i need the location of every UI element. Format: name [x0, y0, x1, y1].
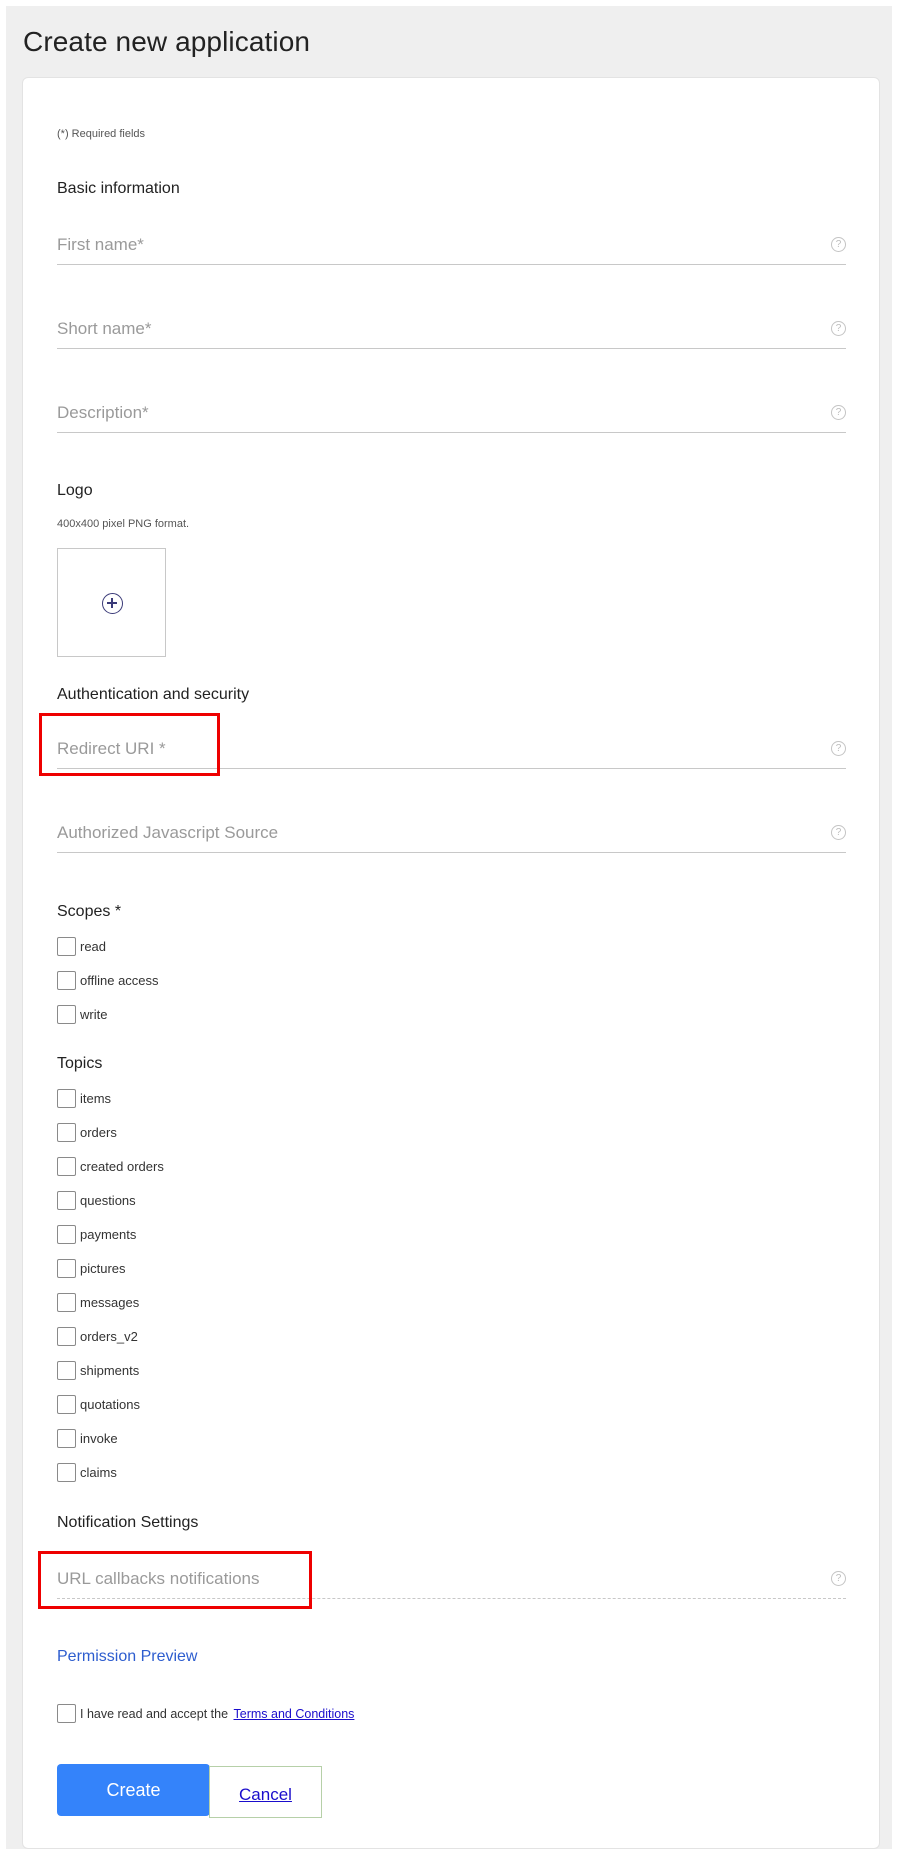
description-field: ?	[57, 395, 846, 433]
checkbox[interactable]	[57, 1157, 76, 1176]
create-button[interactable]: Create	[57, 1764, 210, 1816]
checkbox[interactable]	[57, 1259, 76, 1278]
checkbox-label: claims	[80, 1465, 117, 1480]
checkbox-label: offline access	[80, 973, 159, 988]
checkbox[interactable]	[57, 937, 76, 956]
authorized-javascript-source-field: ?	[57, 815, 846, 853]
checkbox-label: shipments	[80, 1363, 140, 1378]
checkbox-label: pictures	[80, 1261, 126, 1276]
checkbox-label: write	[80, 1007, 108, 1022]
checkbox[interactable]	[57, 1293, 76, 1312]
description-input[interactable]	[57, 395, 817, 431]
checkbox[interactable]	[57, 1089, 76, 1108]
short-name-field: ?	[57, 311, 846, 349]
short-name-input[interactable]	[57, 311, 817, 347]
logo-format-hint: 400x400 pixel PNG format.	[57, 518, 190, 530]
checkbox-label: orders	[80, 1125, 117, 1140]
page-title: Create new application	[23, 26, 311, 57]
checkbox[interactable]	[57, 1123, 76, 1142]
section-title-notification-settings: Notification Settings	[57, 1514, 199, 1531]
checkbox[interactable]	[57, 1005, 76, 1024]
section-title-authentication-and-security: Authentication and security	[57, 686, 250, 703]
terms-text: I have read and accept the Terms and Con…	[80, 1707, 354, 1721]
checkbox-label: items	[80, 1091, 112, 1106]
section-title-scopes: Scopes *	[57, 903, 122, 920]
section-title-logo: Logo	[57, 482, 93, 499]
cancel-button[interactable]: Cancel	[209, 1766, 322, 1818]
terms-and-conditions-link[interactable]: Terms and Conditions	[234, 1707, 355, 1721]
logo-upload-box[interactable]	[57, 548, 166, 657]
terms-checkbox[interactable]	[57, 1704, 76, 1723]
checkbox[interactable]	[57, 1327, 76, 1346]
help-icon[interactable]: ?	[831, 405, 846, 420]
checkbox-label: payments	[80, 1227, 137, 1242]
checkbox[interactable]	[57, 1361, 76, 1380]
help-icon[interactable]: ?	[831, 825, 846, 840]
terms-label: I have read and accept the	[80, 1707, 229, 1721]
help-icon[interactable]: ?	[831, 1571, 846, 1586]
help-icon[interactable]: ?	[831, 741, 846, 756]
checkbox-label: created orders	[80, 1159, 164, 1174]
checkbox-label: messages	[80, 1295, 140, 1310]
checkbox-label: invoke	[80, 1431, 118, 1446]
checkbox[interactable]	[57, 1395, 76, 1414]
section-title-topics: Topics	[57, 1055, 103, 1072]
checkbox-label: quotations	[80, 1397, 140, 1412]
authorized-javascript-source-input[interactable]	[57, 815, 817, 851]
help-icon[interactable]: ?	[831, 321, 846, 336]
first-name-field: ?	[57, 227, 846, 265]
highlight-box-url-callbacks	[38, 1551, 312, 1609]
required-fields-note: (*) Required fields	[57, 128, 146, 140]
checkbox[interactable]	[57, 1191, 76, 1210]
checkbox[interactable]	[57, 1225, 76, 1244]
highlight-box-redirect-uri	[39, 713, 220, 776]
section-title-basic-information: Basic information	[57, 180, 180, 197]
checkbox[interactable]	[57, 1429, 76, 1448]
checkbox-label: read	[80, 939, 107, 954]
checkbox[interactable]	[57, 971, 76, 990]
first-name-input[interactable]	[57, 227, 817, 263]
checkbox-label: orders_v2	[80, 1329, 138, 1344]
checkbox-label: questions	[80, 1193, 136, 1208]
add-circle-icon	[102, 593, 123, 614]
permission-preview-link[interactable]: Permission Preview	[57, 1648, 197, 1666]
help-icon[interactable]: ?	[831, 237, 846, 252]
checkbox[interactable]	[57, 1463, 76, 1482]
